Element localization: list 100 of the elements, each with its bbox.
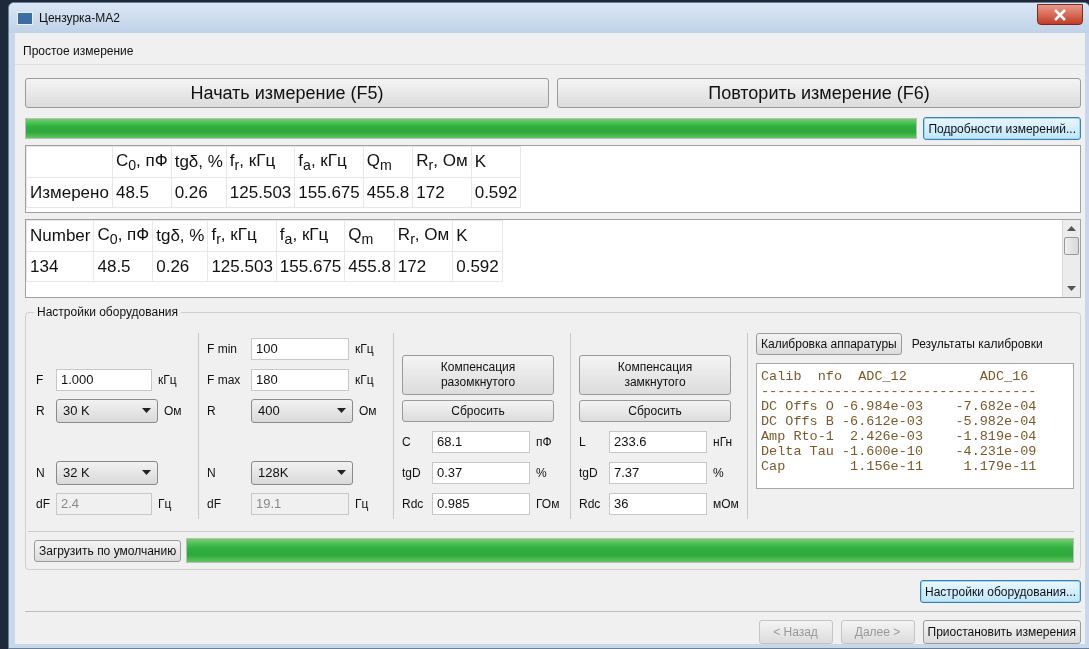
table-cell: 0.26 <box>152 251 208 282</box>
column-header: f$_{a}$, кГц <box>294 146 364 178</box>
output-line: Amp Rto-1 2.426e-03 -1.819e-04 <box>761 429 1038 444</box>
unit-label: % <box>536 465 548 480</box>
table-cell: 134 <box>26 251 94 282</box>
field-label: C <box>402 434 412 449</box>
table-cell: 125.503 <box>207 251 277 282</box>
table-cell: 455.8 <box>363 177 413 208</box>
table-cell: 155.675 <box>294 177 364 208</box>
compensation-button[interactable]: Компенсация разомкнутого <box>402 355 554 395</box>
settings-button[interactable]: Настройки оборудования... <box>920 580 1081 603</box>
page-heading: Простое измерение <box>15 33 1085 65</box>
column-header: R$_{r}$, Ом <box>412 146 472 178</box>
output-line: Cap 1.156e-11 1.179e-11 <box>761 459 1038 474</box>
unit-label: % <box>713 465 725 480</box>
field-label: dF <box>207 496 222 511</box>
output-line: Delta Tau -1.600e-10 -4.231e-09 <box>761 444 1038 459</box>
output-line: DC Offs B -6.612e-03 -5.982e-04 <box>761 414 1038 429</box>
unit-label: кГц <box>158 372 178 387</box>
table-cell: 0.592 <box>452 251 503 282</box>
column-header: K <box>452 220 503 252</box>
column-header: Q$_{m}$ <box>344 220 395 252</box>
input-field[interactable]: 68.1 <box>432 430 530 453</box>
input-field[interactable]: 0.985 <box>432 492 530 515</box>
defaults-button[interactable]: Загрузить по умолчанию <box>34 539 182 562</box>
scroll-up-icon[interactable] <box>1067 225 1076 231</box>
unit-label: кГц <box>355 372 375 387</box>
column-header: Number <box>26 220 94 252</box>
output-line: ---------------------------------- <box>761 384 1038 399</box>
scroll-down-icon[interactable] <box>1067 286 1076 292</box>
unit-label: пФ <box>536 434 553 449</box>
field-label: Rdc <box>579 496 602 511</box>
measure-button[interactable]: Повторить измерение (F6) <box>557 78 1081 108</box>
calibration-button[interactable]: Калибровка аппаратуры <box>756 333 902 355</box>
field-label: N <box>207 465 217 480</box>
unit-label: нГн <box>713 434 734 449</box>
column-header: f$_{r}$, кГц <box>207 220 277 252</box>
column-header: K <box>471 146 521 178</box>
field-label: tgD <box>402 465 422 480</box>
compensation-button[interactable]: Компенсация замкнутого <box>579 355 731 395</box>
unit-label: ГОм <box>536 496 561 511</box>
field-label: F max <box>207 372 242 387</box>
nav-button[interactable]: Приостановить измерения <box>922 620 1081 644</box>
caret-icon <box>142 470 151 475</box>
table-cell: 172 <box>394 251 453 282</box>
reset-button[interactable]: Сбросить <box>402 399 554 422</box>
input-field[interactable]: 100 <box>251 337 349 360</box>
field-label: Rdc <box>402 496 425 511</box>
column-header: Q$_{m}$ <box>363 146 413 178</box>
table-cell: Измерено <box>26 177 113 208</box>
field-label: N <box>36 465 46 480</box>
output-line: DC Offs O -6.984e-03 -7.682e-04 <box>761 399 1038 414</box>
scrollbar[interactable] <box>1062 220 1080 297</box>
table-cell: 48.5 <box>112 177 172 208</box>
input-field: 2.4 <box>56 492 152 515</box>
field-label: F <box>36 372 45 387</box>
table-cell: 0.26 <box>171 177 227 208</box>
caret-icon <box>337 470 346 475</box>
field-label: dF <box>36 496 50 511</box>
details-button[interactable]: Подробности измерений... <box>923 117 1081 140</box>
input-field[interactable]: 1.000 <box>56 368 152 391</box>
unit-label: кГц <box>355 341 375 356</box>
input-field[interactable]: 0.37 <box>432 461 530 484</box>
table-cell: 0.592 <box>471 177 521 208</box>
dropdown[interactable]: 32 K <box>56 460 158 485</box>
input-field[interactable]: 180 <box>251 368 349 391</box>
input-field[interactable]: 233.6 <box>609 430 707 453</box>
unit-label: Гц <box>158 496 173 511</box>
field-label: tgD <box>579 465 599 480</box>
dropdown[interactable]: 30 K <box>56 398 158 423</box>
scroll-thumb[interactable] <box>1064 237 1079 255</box>
unit-label: Гц <box>355 496 370 511</box>
field-label: F min <box>207 341 238 356</box>
table-cell: 48.5 <box>93 251 153 282</box>
input-field[interactable]: 7.37 <box>609 461 707 484</box>
dropdown[interactable]: 128K <box>251 460 353 485</box>
field-label: R <box>207 403 217 418</box>
input-field[interactable]: 36 <box>609 492 707 515</box>
caret-icon <box>337 408 346 413</box>
dropdown[interactable]: 400 <box>251 398 353 423</box>
output-line: Calib nfo ADC_12 ADC_16 <box>761 369 1030 384</box>
caret-icon <box>142 408 151 413</box>
window-icon <box>17 11 33 25</box>
table-cell: 172 <box>412 177 472 208</box>
input-field: 19.1 <box>251 492 349 515</box>
window-title: Цензурка-MA2 <box>39 11 120 25</box>
column-header: f$_{r}$, кГц <box>226 146 295 178</box>
measure-button[interactable]: Начать измерение (F5) <box>25 78 549 108</box>
column-header: C$_{0}$, пФ <box>93 220 153 252</box>
table-cell: 125.503 <box>226 177 295 208</box>
unit-label: Ом <box>164 403 183 418</box>
reset-button[interactable]: Сбросить <box>579 399 731 422</box>
close-button[interactable] <box>1037 4 1083 25</box>
unit-label: Ом <box>359 403 378 418</box>
column-header: tgδ, % <box>171 146 227 178</box>
group-title: Настройки оборудования <box>34 305 181 319</box>
column-header: R$_{r}$, Ом <box>394 220 453 252</box>
unit-label: мОм <box>713 496 739 511</box>
table-cell: 155.675 <box>276 251 345 282</box>
close-icon <box>1053 8 1067 21</box>
